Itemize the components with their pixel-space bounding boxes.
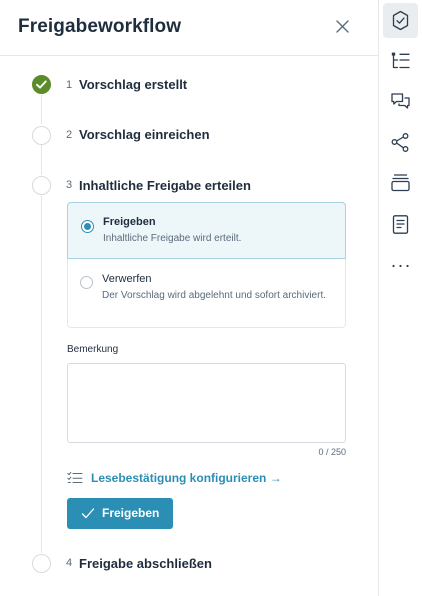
rail-item-comments[interactable] bbox=[383, 84, 418, 119]
option-description: Inhaltliche Freigabe wird erteilt. bbox=[103, 233, 242, 244]
close-button[interactable] bbox=[332, 16, 354, 38]
rail-item-structure[interactable] bbox=[383, 44, 418, 79]
step-label: Vorschlag erstellt bbox=[79, 77, 188, 92]
read-confirmation-link-text[interactable]: Lesebestätigung konfigurieren → bbox=[91, 471, 282, 485]
reject-radio[interactable] bbox=[80, 276, 93, 289]
step-open-circle bbox=[32, 554, 51, 573]
step-connector bbox=[41, 145, 42, 175]
share-nodes-icon bbox=[391, 133, 409, 152]
rail-item-document[interactable] bbox=[383, 207, 418, 242]
approve-radio[interactable] bbox=[81, 220, 94, 233]
workflow-panel: Freigabeworkflow 1 Vorschlag erstellt 2 … bbox=[0, 0, 379, 596]
rail-item-share[interactable] bbox=[383, 125, 418, 160]
step-label: Freigabe abschließen bbox=[79, 556, 212, 571]
step-open-circle bbox=[32, 176, 51, 195]
checklist-icon bbox=[67, 471, 83, 483]
step-label: Vorschlag einreichen bbox=[79, 127, 210, 142]
approve-submit-button[interactable]: Freigeben bbox=[67, 498, 173, 529]
document-icon bbox=[392, 215, 409, 234]
approval-check-icon bbox=[392, 10, 409, 31]
option-title: Freigeben bbox=[103, 216, 156, 228]
step-open-circle bbox=[32, 126, 51, 145]
step-connector bbox=[41, 196, 42, 553]
layers-icon bbox=[391, 174, 410, 192]
step-connector bbox=[41, 95, 42, 124]
step-number: 1 bbox=[66, 79, 73, 91]
tree-structure-icon bbox=[391, 52, 410, 69]
remark-textarea[interactable] bbox=[67, 363, 346, 443]
option-description: Der Vorschlag wird abgelehnt und sofort … bbox=[102, 290, 327, 301]
comments-icon bbox=[391, 93, 410, 109]
panel-title: Freigabeworkflow bbox=[18, 16, 182, 37]
panel-header: Freigabeworkflow bbox=[0, 0, 379, 56]
icon-rail bbox=[379, 0, 422, 596]
option-approve[interactable]: Freigeben Inhaltliche Freigabe wird erte… bbox=[67, 202, 346, 259]
step-label: Inhaltliche Freigabe erteilen bbox=[79, 178, 251, 193]
step-number: 3 bbox=[66, 179, 73, 191]
rail-item-more[interactable] bbox=[383, 248, 418, 283]
option-reject[interactable]: Verwerfen Der Vorschlag wird abgelehnt u… bbox=[68, 260, 345, 327]
checkmark-icon bbox=[81, 508, 95, 519]
step-number: 4 bbox=[66, 557, 73, 569]
remark-label: Bemerkung bbox=[67, 344, 119, 355]
rail-item-approval[interactable] bbox=[383, 3, 418, 38]
remark-char-counter: 0 / 250 bbox=[318, 447, 346, 457]
rail-item-layers[interactable] bbox=[383, 165, 418, 200]
decision-options: Freigeben Inhaltliche Freigabe wird erte… bbox=[67, 202, 346, 328]
close-icon bbox=[336, 20, 349, 33]
step-done-circle bbox=[32, 75, 51, 94]
more-icon bbox=[392, 264, 409, 268]
option-title: Verwerfen bbox=[102, 273, 152, 285]
checkmark-icon bbox=[36, 80, 47, 89]
approve-submit-label: Freigeben bbox=[102, 506, 160, 520]
step-number: 2 bbox=[66, 129, 73, 141]
